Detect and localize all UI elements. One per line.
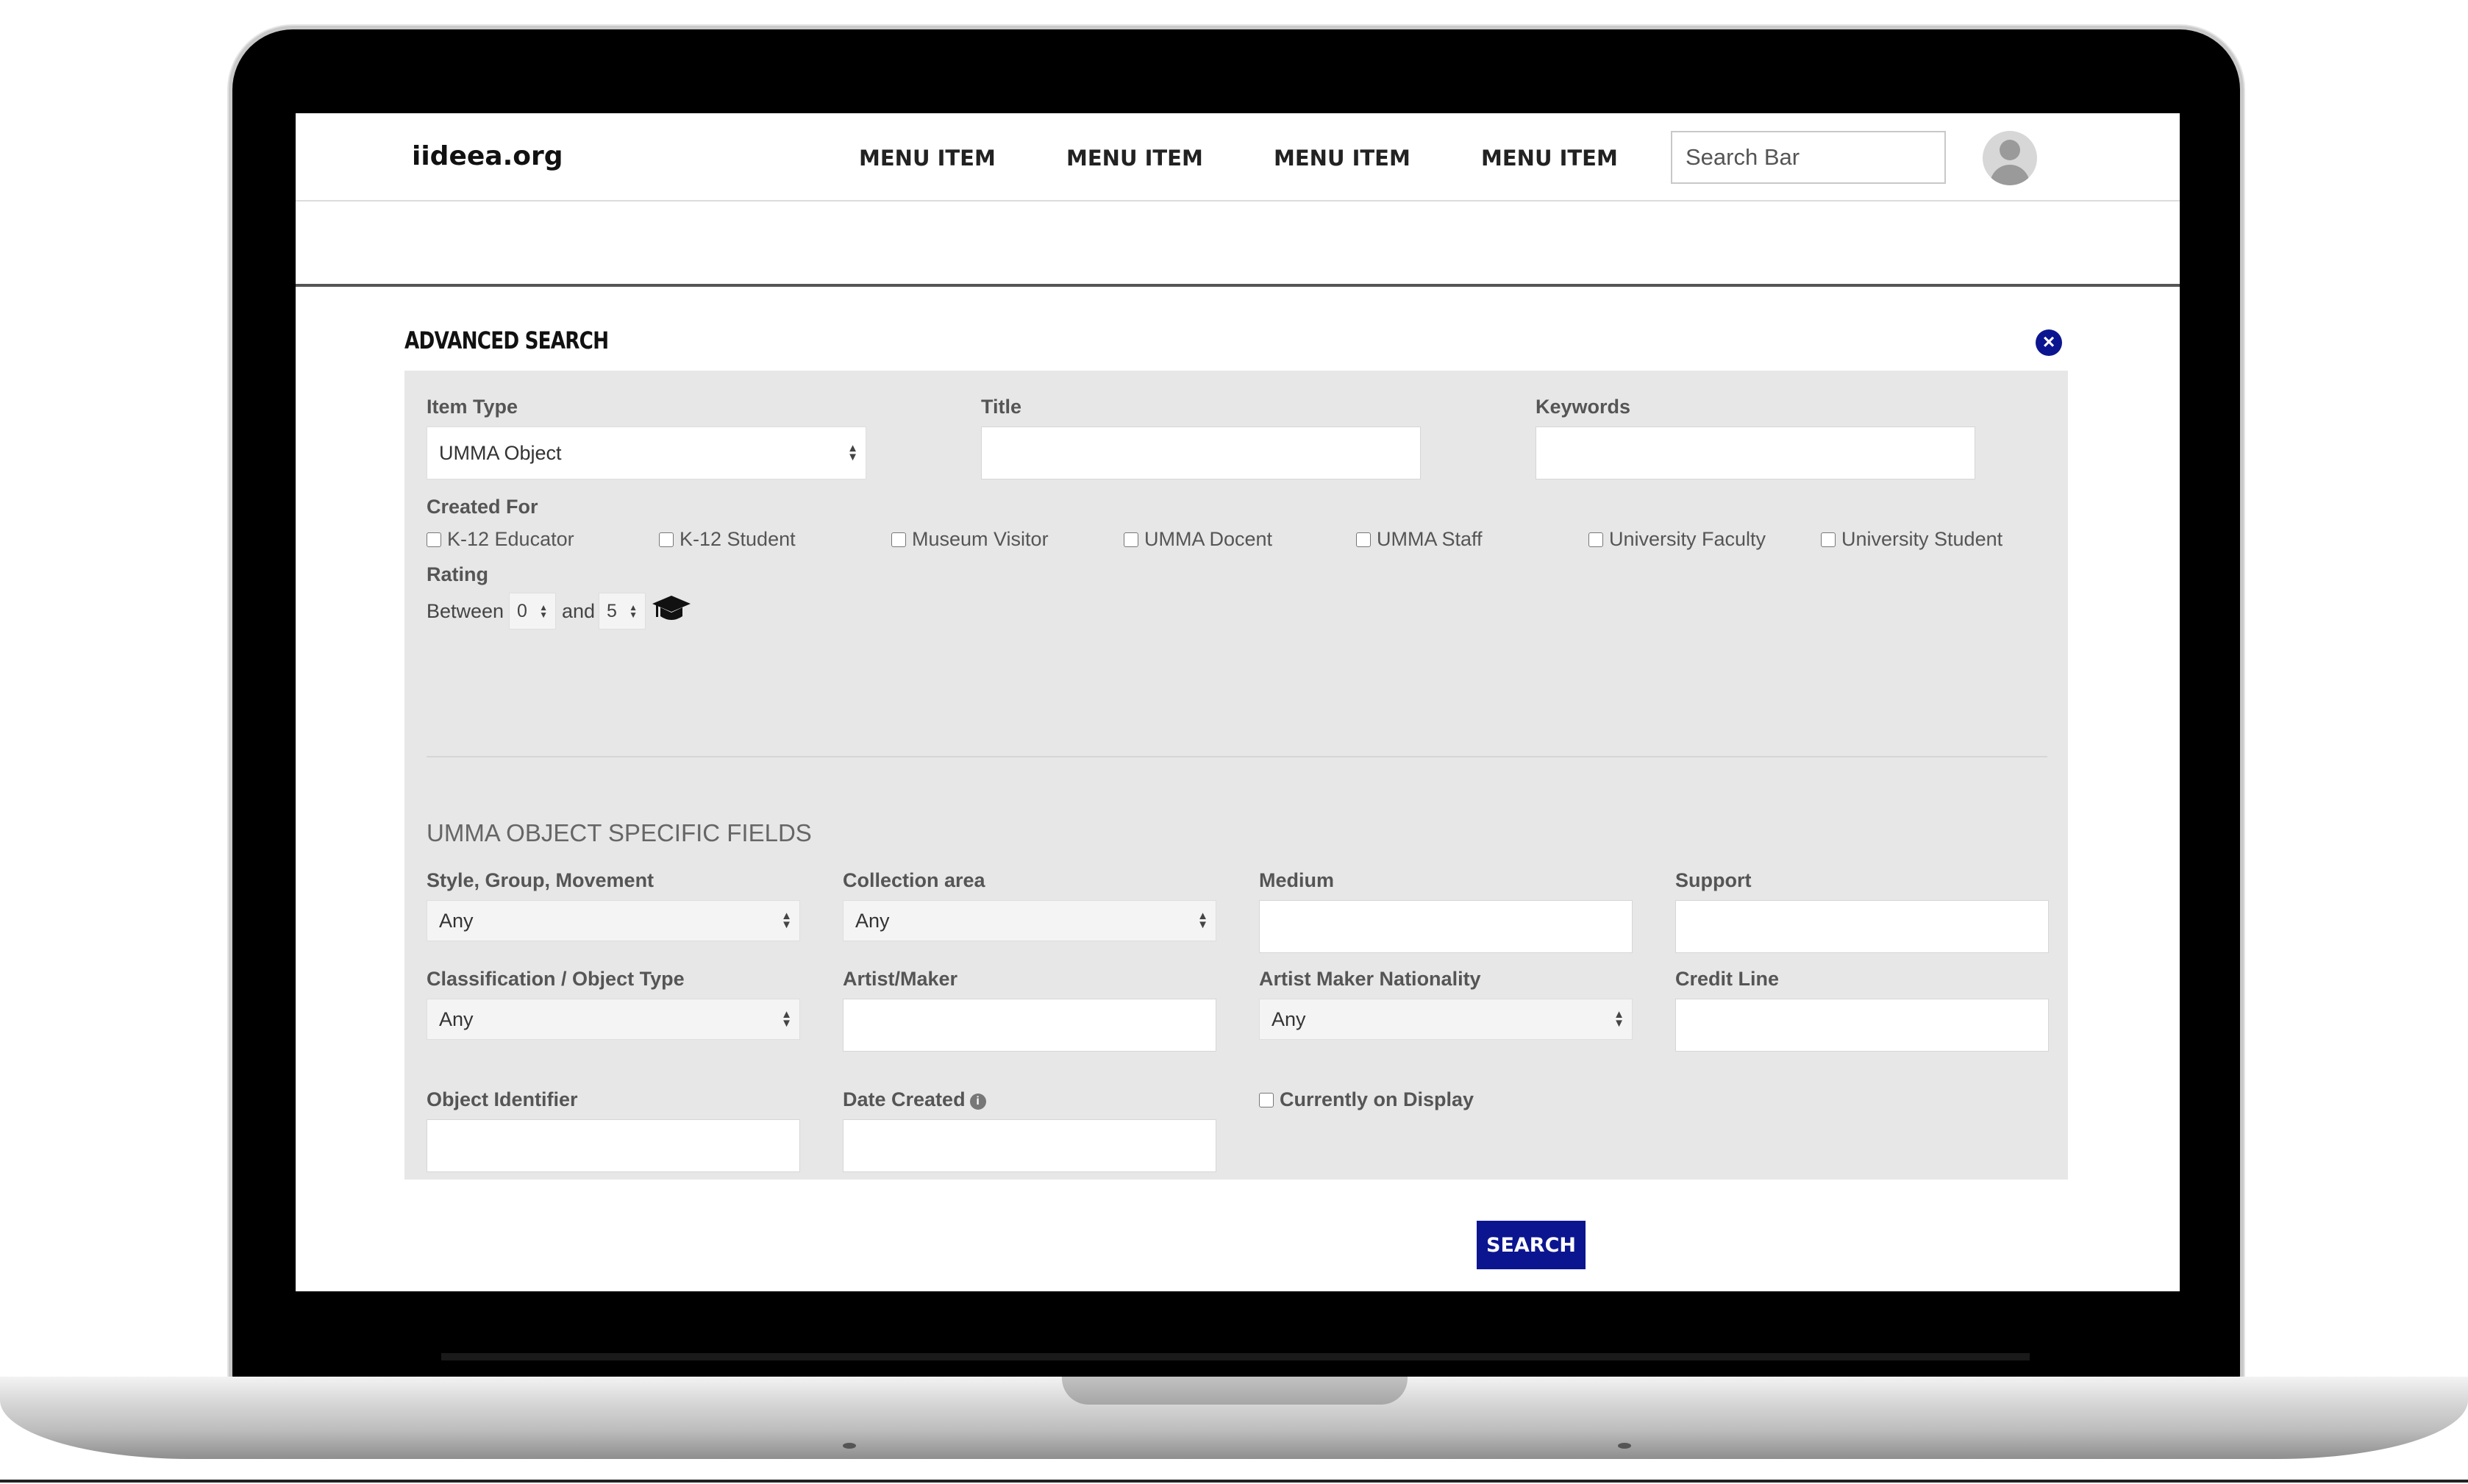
currently-on-display-label: Currently on Display — [1280, 1088, 1474, 1110]
credit-line-input[interactable] — [1675, 999, 2049, 1052]
collection-area-label: Collection area — [843, 869, 985, 891]
university-student-label: University Student — [1841, 528, 2003, 550]
laptop-foot — [843, 1443, 856, 1449]
laptop-foot — [1618, 1443, 1631, 1449]
rating-max-select[interactable]: 5 ▲ ▼ — [599, 593, 646, 629]
menu-item-2[interactable]: MENU ITEM — [1066, 146, 1203, 171]
screen: iideea.org MENU ITEM MENU ITEM MENU ITEM… — [296, 113, 2180, 1291]
rating-between-text: Between — [427, 600, 504, 622]
umma-docent-label: UMMA Docent — [1144, 528, 1273, 550]
object-identifier-input[interactable] — [427, 1119, 800, 1172]
umma-staff-checkbox[interactable] — [1356, 532, 1371, 547]
menu-item-3[interactable]: MENU ITEM — [1274, 146, 1410, 171]
k12-student-label: K-12 Student — [680, 528, 796, 550]
select-arrows-icon: ▲ ▼ — [847, 442, 858, 463]
classification-value: Any — [439, 1008, 474, 1030]
rating-min-select[interactable]: 0 ▲ ▼ — [509, 593, 556, 629]
k12-student-checkbox[interactable] — [659, 532, 674, 547]
avatar[interactable] — [1983, 131, 2037, 185]
medium-label: Medium — [1259, 869, 1335, 891]
divider — [427, 756, 2047, 757]
rating-max-value: 5 — [607, 601, 617, 621]
avatar-head — [2000, 140, 2020, 160]
select-arrows-icon: ▲ ▼ — [781, 1008, 792, 1030]
menu-item-1[interactable]: MENU ITEM — [859, 146, 996, 171]
university-student-checkbox[interactable] — [1821, 532, 1836, 547]
item-type-value: UMMA Object — [439, 442, 562, 464]
floor-line — [0, 1480, 2468, 1483]
info-icon[interactable]: i — [969, 1094, 986, 1110]
select-arrows-icon: ▲ ▼ — [1197, 910, 1208, 931]
support-label: Support — [1675, 869, 1752, 891]
menu-item-4[interactable]: MENU ITEM — [1481, 146, 1618, 171]
artist-maker-label: Artist/Maker — [843, 968, 958, 990]
collection-area-value: Any — [855, 910, 890, 932]
select-arrows-icon: ▲ ▼ — [629, 602, 638, 620]
select-arrows-icon: ▲ ▼ — [1613, 1008, 1624, 1030]
museum-visitor-label: Museum Visitor — [912, 528, 1049, 550]
k12-educator-label: K-12 Educator — [447, 528, 574, 550]
avatar-body — [1990, 165, 2030, 185]
style-group-select[interactable]: Any ▲ ▼ — [427, 900, 800, 941]
search-input[interactable] — [1671, 131, 1946, 184]
k12-educator-checkbox[interactable] — [427, 532, 441, 547]
laptop-notch — [1062, 1377, 1408, 1405]
date-created-label-wrap: Date Created i — [843, 1088, 986, 1111]
university-faculty-checkbox[interactable] — [1588, 532, 1603, 547]
date-created-label: Date Created — [843, 1088, 966, 1110]
object-identifier-label: Object Identifier — [427, 1088, 578, 1110]
artist-nationality-value: Any — [1272, 1008, 1306, 1030]
select-arrows-icon: ▲ ▼ — [781, 910, 792, 931]
advanced-search-form — [404, 371, 2068, 1180]
classification-select[interactable]: Any ▲ ▼ — [427, 999, 800, 1040]
keywords-input[interactable] — [1536, 427, 1975, 479]
medium-input[interactable] — [1259, 900, 1633, 953]
artist-maker-input[interactable] — [843, 999, 1216, 1052]
close-icon[interactable]: × — [2036, 329, 2062, 356]
section-heading: UMMA OBJECT SPECIFIC FIELDS — [427, 819, 812, 846]
umma-staff-label: UMMA Staff — [1377, 528, 1483, 550]
title-label: Title — [981, 396, 1022, 418]
laptop-bezel-edge — [441, 1353, 2030, 1360]
site-logo[interactable]: iideea.org — [412, 141, 563, 171]
rating-and-text: and — [562, 600, 596, 622]
graduation-cap-icon — [652, 596, 691, 620]
item-type-select[interactable]: UMMA Object ▲ ▼ — [427, 427, 866, 479]
umma-docent-checkbox[interactable] — [1124, 532, 1138, 547]
style-group-value: Any — [439, 910, 474, 932]
title-input[interactable] — [981, 427, 1421, 479]
support-input[interactable] — [1675, 900, 2049, 953]
search-button[interactable]: SEARCH — [1477, 1221, 1586, 1269]
date-created-input[interactable] — [843, 1119, 1216, 1172]
artist-nationality-select[interactable]: Any ▲ ▼ — [1259, 999, 1633, 1040]
style-group-label: Style, Group, Movement — [427, 869, 655, 891]
panel-title: ADVANCED SEARCH — [404, 327, 609, 354]
museum-visitor-checkbox[interactable] — [891, 532, 906, 547]
classification-label: Classification / Object Type — [427, 968, 685, 990]
rating-label: Rating — [427, 563, 488, 585]
collection-area-select[interactable]: Any ▲ ▼ — [843, 900, 1216, 941]
created-for-label: Created For — [427, 496, 538, 518]
keywords-label: Keywords — [1536, 396, 1631, 418]
currently-on-display-checkbox[interactable] — [1259, 1093, 1274, 1107]
navbar: iideea.org MENU ITEM MENU ITEM MENU ITEM… — [296, 113, 2180, 201]
item-type-label: Item Type — [427, 396, 518, 418]
select-arrows-icon: ▲ ▼ — [539, 602, 548, 620]
credit-line-label: Credit Line — [1675, 968, 1780, 990]
modal-top-border — [296, 284, 2180, 287]
university-faculty-label: University Faculty — [1609, 528, 1766, 550]
artist-nationality-label: Artist Maker Nationality — [1259, 968, 1481, 990]
rating-min-value: 0 — [517, 601, 527, 621]
